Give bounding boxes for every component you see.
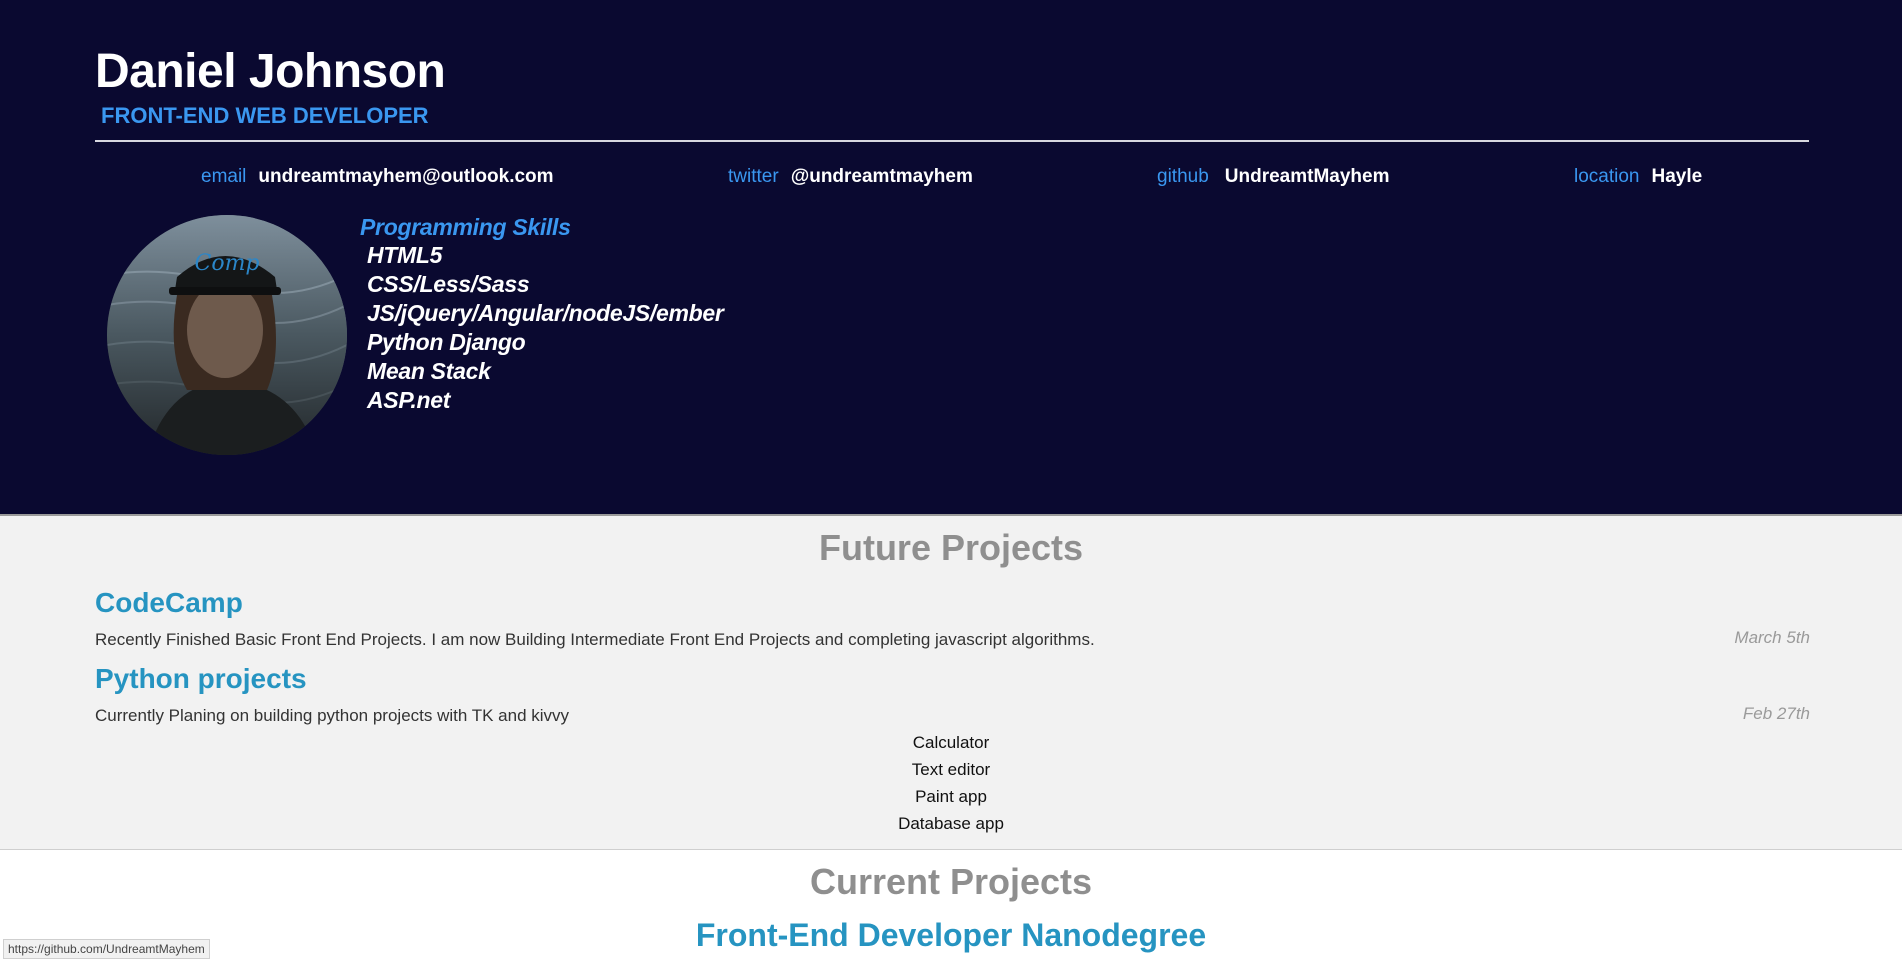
contact-value[interactable]: @undreamtmayhem bbox=[791, 166, 973, 187]
list-item: Paint app bbox=[915, 787, 987, 806]
contact-github[interactable]: github UndreamtMayhem bbox=[1157, 164, 1390, 190]
avatar: Comp bbox=[107, 215, 347, 455]
contact-value: Hayle bbox=[1651, 166, 1703, 187]
contact-email[interactable]: email undreamtmayhem@outlook.com bbox=[201, 164, 554, 190]
future-projects-section: Future Projects CodeCamp Recently Finish… bbox=[0, 516, 1902, 850]
section-title-current: Current Projects bbox=[809, 861, 1093, 902]
contact-label: twitter bbox=[728, 166, 779, 187]
skill-item: CSS/Less/Sass bbox=[367, 271, 530, 297]
contact-twitter[interactable]: twitter @undreamtmayhem bbox=[728, 164, 973, 190]
project-title-nanodegree[interactable]: Front-End Developer Nanodegree bbox=[0, 916, 1902, 954]
status-bar-url: https://github.com/UndreamtMayhem bbox=[3, 939, 210, 959]
skill-item: ASP.net bbox=[367, 387, 451, 413]
page-title: Daniel Johnson bbox=[95, 45, 446, 98]
project-description: Recently Finished Basic Front End Projec… bbox=[95, 630, 1095, 649]
list-item: Text editor bbox=[911, 760, 991, 779]
skills-list: HTML5 CSS/Less/Sass JS/jQuery/Angular/no… bbox=[360, 241, 724, 415]
section-title-future: Future Projects bbox=[818, 527, 1084, 568]
current-projects-section: Current Projects Front-End Developer Nan… bbox=[0, 850, 1902, 959]
header-divider bbox=[95, 140, 1809, 142]
skill-item: HTML5 bbox=[367, 242, 443, 268]
skill-item: JS/jQuery/Angular/nodeJS/ember bbox=[367, 300, 724, 326]
list-item: Calculator bbox=[912, 733, 990, 752]
skills-panel: Programming Skills HTML5 CSS/Less/Sass J… bbox=[360, 213, 724, 415]
contact-bar: email undreamtmayhem@outlook.com twitter @… bbox=[0, 164, 1902, 194]
project-title-codecamp: CodeCamp bbox=[95, 587, 243, 618]
project-description: Currently Planing on building python pro… bbox=[95, 706, 570, 725]
contact-value[interactable]: UndreamtMayhem bbox=[1225, 166, 1390, 187]
skill-item: Python Django bbox=[367, 329, 526, 355]
header: Daniel Johnson FRONT-END WEB DEVELOPER e… bbox=[0, 0, 1902, 516]
list-item: Database app bbox=[898, 814, 1004, 833]
project-date: Feb 27th bbox=[1742, 704, 1810, 723]
role-subtitle: FRONT-END WEB DEVELOPER bbox=[101, 103, 429, 128]
project-title-python: Python projects bbox=[95, 663, 307, 694]
project-date: March 5th bbox=[1734, 628, 1810, 647]
contact-label: email bbox=[201, 166, 247, 187]
profile-photo-icon: Comp bbox=[107, 215, 347, 455]
contact-value[interactable]: undreamtmayhem@outlook.com bbox=[258, 166, 553, 187]
python-project-list: Calculator Text editor Paint app Databas… bbox=[0, 729, 1902, 837]
skill-item: Mean Stack bbox=[367, 358, 491, 384]
svg-text:Comp: Comp bbox=[194, 251, 259, 276]
skills-title: Programming Skills bbox=[360, 214, 571, 240]
contact-location: location Hayle bbox=[1574, 164, 1702, 190]
contact-label: location bbox=[1574, 166, 1640, 187]
contact-label: github bbox=[1157, 166, 1209, 187]
